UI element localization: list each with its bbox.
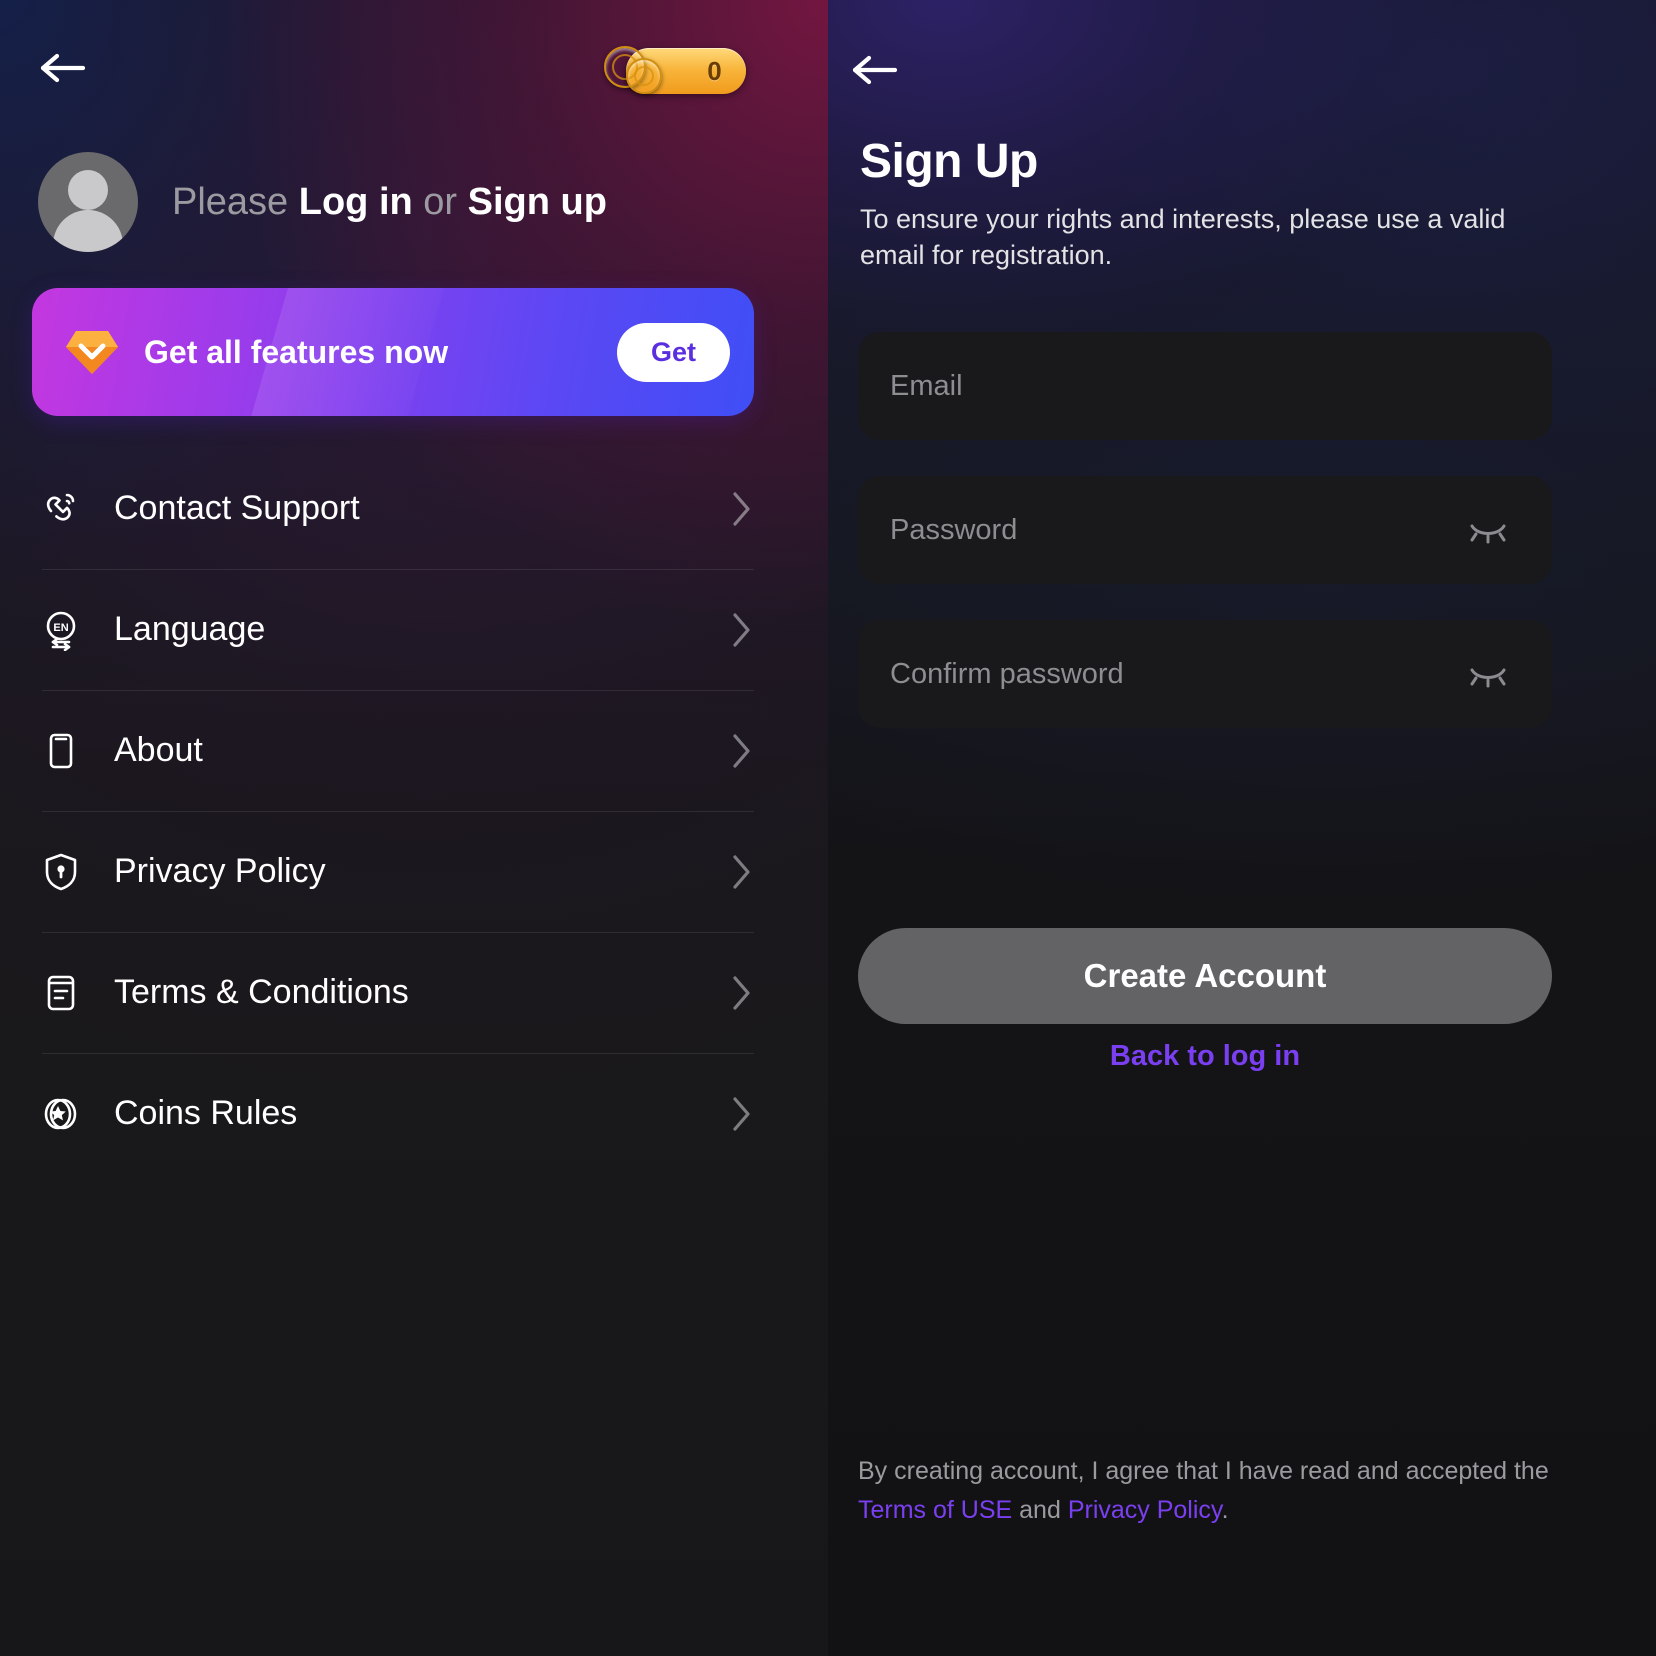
prompt-prefix: Please bbox=[172, 181, 299, 223]
chevron-right-icon bbox=[728, 610, 754, 650]
menu-label: Coins Rules bbox=[114, 1094, 298, 1132]
privacy-policy-link[interactable]: Privacy Policy bbox=[1068, 1496, 1222, 1524]
profile-settings-panel: 0 Please Log in or Sign up Get all featu… bbox=[0, 0, 828, 1656]
menu-item-privacy-policy[interactable]: Privacy Policy bbox=[38, 811, 754, 932]
chevron-right-icon bbox=[728, 489, 754, 529]
terms-of-use-link[interactable]: Terms of USE bbox=[858, 1496, 1012, 1524]
chevron-right-icon bbox=[728, 852, 754, 892]
confirm-password-placeholder: Confirm password bbox=[890, 657, 1124, 690]
email-placeholder: Email bbox=[890, 369, 963, 402]
menu-item-contact-support[interactable]: Contact Support bbox=[38, 448, 754, 569]
page-subtitle: To ensure your rights and interests, ple… bbox=[860, 204, 1506, 270]
app-screen: 0 Please Log in or Sign up Get all featu… bbox=[0, 0, 1656, 1656]
headset-support-icon bbox=[38, 486, 84, 532]
eye-off-icon[interactable] bbox=[1468, 516, 1508, 544]
page-title: Sign Up bbox=[860, 135, 1038, 188]
premium-promo-banner[interactable]: Get all features now Get bbox=[32, 288, 754, 416]
password-placeholder: Password bbox=[890, 513, 1018, 546]
get-premium-button[interactable]: Get bbox=[616, 322, 730, 382]
account-prompt-text: Please Log in or Sign up bbox=[172, 183, 607, 221]
phone-device-icon bbox=[38, 728, 84, 774]
coin-count: 0 bbox=[707, 55, 722, 86]
diamond-gem-icon bbox=[64, 326, 120, 378]
chevron-right-icon bbox=[728, 731, 754, 771]
user-avatar-placeholder-icon bbox=[38, 152, 138, 252]
menu-item-terms-conditions[interactable]: Terms & Conditions bbox=[38, 932, 754, 1053]
coin-star-icon bbox=[38, 1091, 84, 1137]
chevron-right-icon bbox=[728, 973, 754, 1013]
menu-label: Terms & Conditions bbox=[114, 973, 409, 1011]
legal-text-middle: and bbox=[1012, 1496, 1068, 1524]
legal-text-after: . bbox=[1221, 1496, 1229, 1524]
svg-text:EN: EN bbox=[53, 622, 68, 634]
menu-item-coins-rules[interactable]: Coins Rules bbox=[38, 1053, 754, 1174]
menu-label: Privacy Policy bbox=[114, 852, 326, 890]
back-button-left[interactable] bbox=[34, 42, 92, 94]
shield-lock-icon bbox=[38, 849, 84, 895]
menu-label: Contact Support bbox=[114, 489, 360, 527]
menu-label: Language bbox=[114, 610, 266, 648]
legal-disclaimer: By creating account, I agree that I have… bbox=[858, 1452, 1552, 1530]
login-link[interactable]: Log in bbox=[299, 181, 413, 223]
menu-label: About bbox=[114, 731, 203, 769]
legal-text-before: By creating account, I agree that I have… bbox=[858, 1457, 1549, 1485]
arrow-left-icon bbox=[40, 51, 86, 85]
language-en-icon: EN bbox=[38, 607, 84, 653]
coin-stack-icon bbox=[604, 42, 670, 100]
chevron-right-icon bbox=[728, 1094, 754, 1134]
prompt-separator: or bbox=[412, 181, 468, 223]
eye-off-icon[interactable] bbox=[1468, 660, 1508, 688]
menu-item-language[interactable]: EN Language bbox=[38, 569, 754, 690]
confirm-password-field[interactable]: Confirm password bbox=[858, 620, 1552, 728]
back-to-login-link[interactable]: Back to log in bbox=[858, 1040, 1552, 1073]
signup-panel: Sign Up To ensure your rights and intere… bbox=[828, 0, 1656, 1656]
account-login-prompt[interactable]: Please Log in or Sign up bbox=[38, 152, 607, 252]
email-field[interactable]: Email bbox=[858, 332, 1552, 440]
signup-link[interactable]: Sign up bbox=[468, 181, 607, 223]
settings-menu-list: Contact Support EN Language About Privac… bbox=[38, 448, 754, 1174]
coin-balance-badge[interactable]: 0 bbox=[604, 46, 746, 94]
create-account-button[interactable]: Create Account bbox=[858, 928, 1552, 1024]
promo-label: Get all features now bbox=[144, 333, 449, 370]
document-lines-icon bbox=[38, 970, 84, 1016]
password-field[interactable]: Password bbox=[858, 476, 1552, 584]
menu-item-about[interactable]: About bbox=[38, 690, 754, 811]
